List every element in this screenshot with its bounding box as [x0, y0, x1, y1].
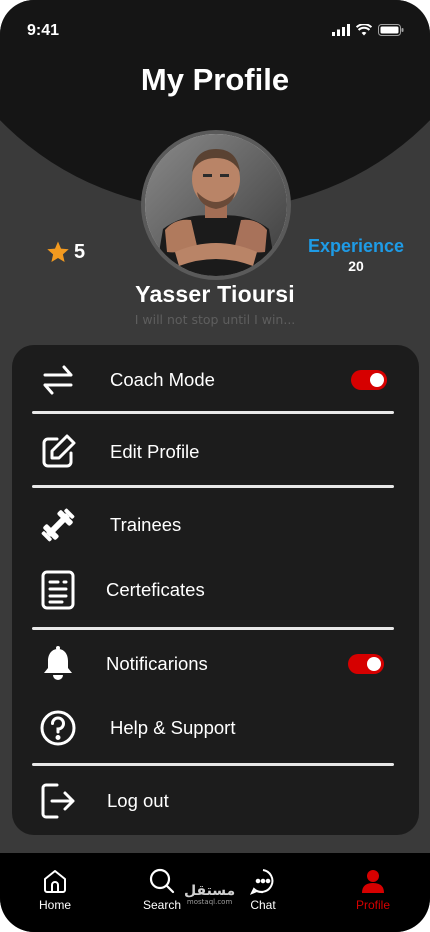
experience: Experience 20 [300, 236, 412, 274]
menu-item-notifications[interactable]: Notificarions [12, 636, 419, 692]
profile-screen: 9:41 My Profile 5 Experience 20 Yasser T… [0, 0, 430, 932]
profile-bio: I will not stop until I win... [134, 312, 296, 327]
menu-item-help[interactable]: Help & Support [12, 700, 419, 756]
nav-home-label: Home [38, 898, 71, 912]
avatar[interactable] [141, 130, 291, 280]
search-icon [149, 868, 175, 894]
trainees-label: Trainees [110, 514, 182, 535]
menu-item-trainees[interactable]: Trainees [12, 497, 419, 553]
experience-label: Experience [307, 236, 405, 256]
star-icon [47, 241, 69, 262]
rating-value: 5 [74, 240, 86, 263]
document-icon [38, 570, 78, 610]
question-circle-icon [38, 708, 78, 748]
divider [32, 763, 394, 766]
wifi-icon [356, 24, 372, 36]
divider [32, 411, 394, 414]
dumbbell-icon [38, 505, 78, 545]
experience-value: 20 [348, 258, 364, 274]
signal-icon [332, 24, 350, 36]
menu-item-certificates[interactable]: Certeficates [12, 562, 419, 618]
bell-icon [38, 644, 78, 684]
nav-profile-label: Profile [355, 898, 390, 912]
divider [32, 627, 394, 630]
nav-chat-label: Chat [250, 898, 276, 912]
nav-search-label: Search [142, 898, 182, 912]
edit-profile-label: Edit Profile [110, 441, 200, 462]
rating: 5 [46, 240, 85, 264]
coach-mode-label: Coach Mode [110, 369, 215, 390]
notifications-label: Notificarions [106, 653, 208, 674]
status-icons [332, 24, 404, 36]
settings-menu: Coach Mode Edit Profile Trainees Certefi… [12, 345, 419, 835]
logout-icon [38, 781, 78, 821]
avatar-photo [145, 134, 287, 276]
edit-icon [38, 432, 78, 472]
watermark-arabic: مستقل [184, 883, 236, 899]
menu-item-logout[interactable]: Log out [12, 773, 419, 829]
coach-mode-toggle[interactable] [351, 370, 387, 390]
notifications-toggle[interactable] [348, 654, 384, 674]
help-label: Help & Support [110, 717, 236, 738]
user-icon [362, 870, 384, 893]
menu-item-coach-mode[interactable]: Coach Mode [12, 352, 419, 408]
certificates-label: Certeficates [106, 579, 205, 600]
nav-profile[interactable]: Profile [338, 867, 408, 912]
profile-name: Yasser Tioursi [135, 281, 295, 307]
watermark: مستقل mostaql.com [184, 884, 235, 907]
watermark-latin: mostaql.com [186, 898, 233, 906]
status-time: 9:41 [27, 22, 60, 39]
swap-arrows-icon [38, 360, 78, 400]
nav-chat[interactable]: Chat [228, 867, 298, 912]
battery-icon [378, 24, 404, 36]
chat-icon [249, 869, 274, 895]
home-icon [44, 870, 66, 893]
page-title: My Profile [140, 62, 290, 97]
logout-label: Log out [107, 790, 169, 811]
nav-home[interactable]: Home [20, 867, 90, 912]
menu-item-edit-profile[interactable]: Edit Profile [12, 424, 419, 480]
divider [32, 485, 394, 488]
status-bar: 9:41 [0, 0, 430, 60]
